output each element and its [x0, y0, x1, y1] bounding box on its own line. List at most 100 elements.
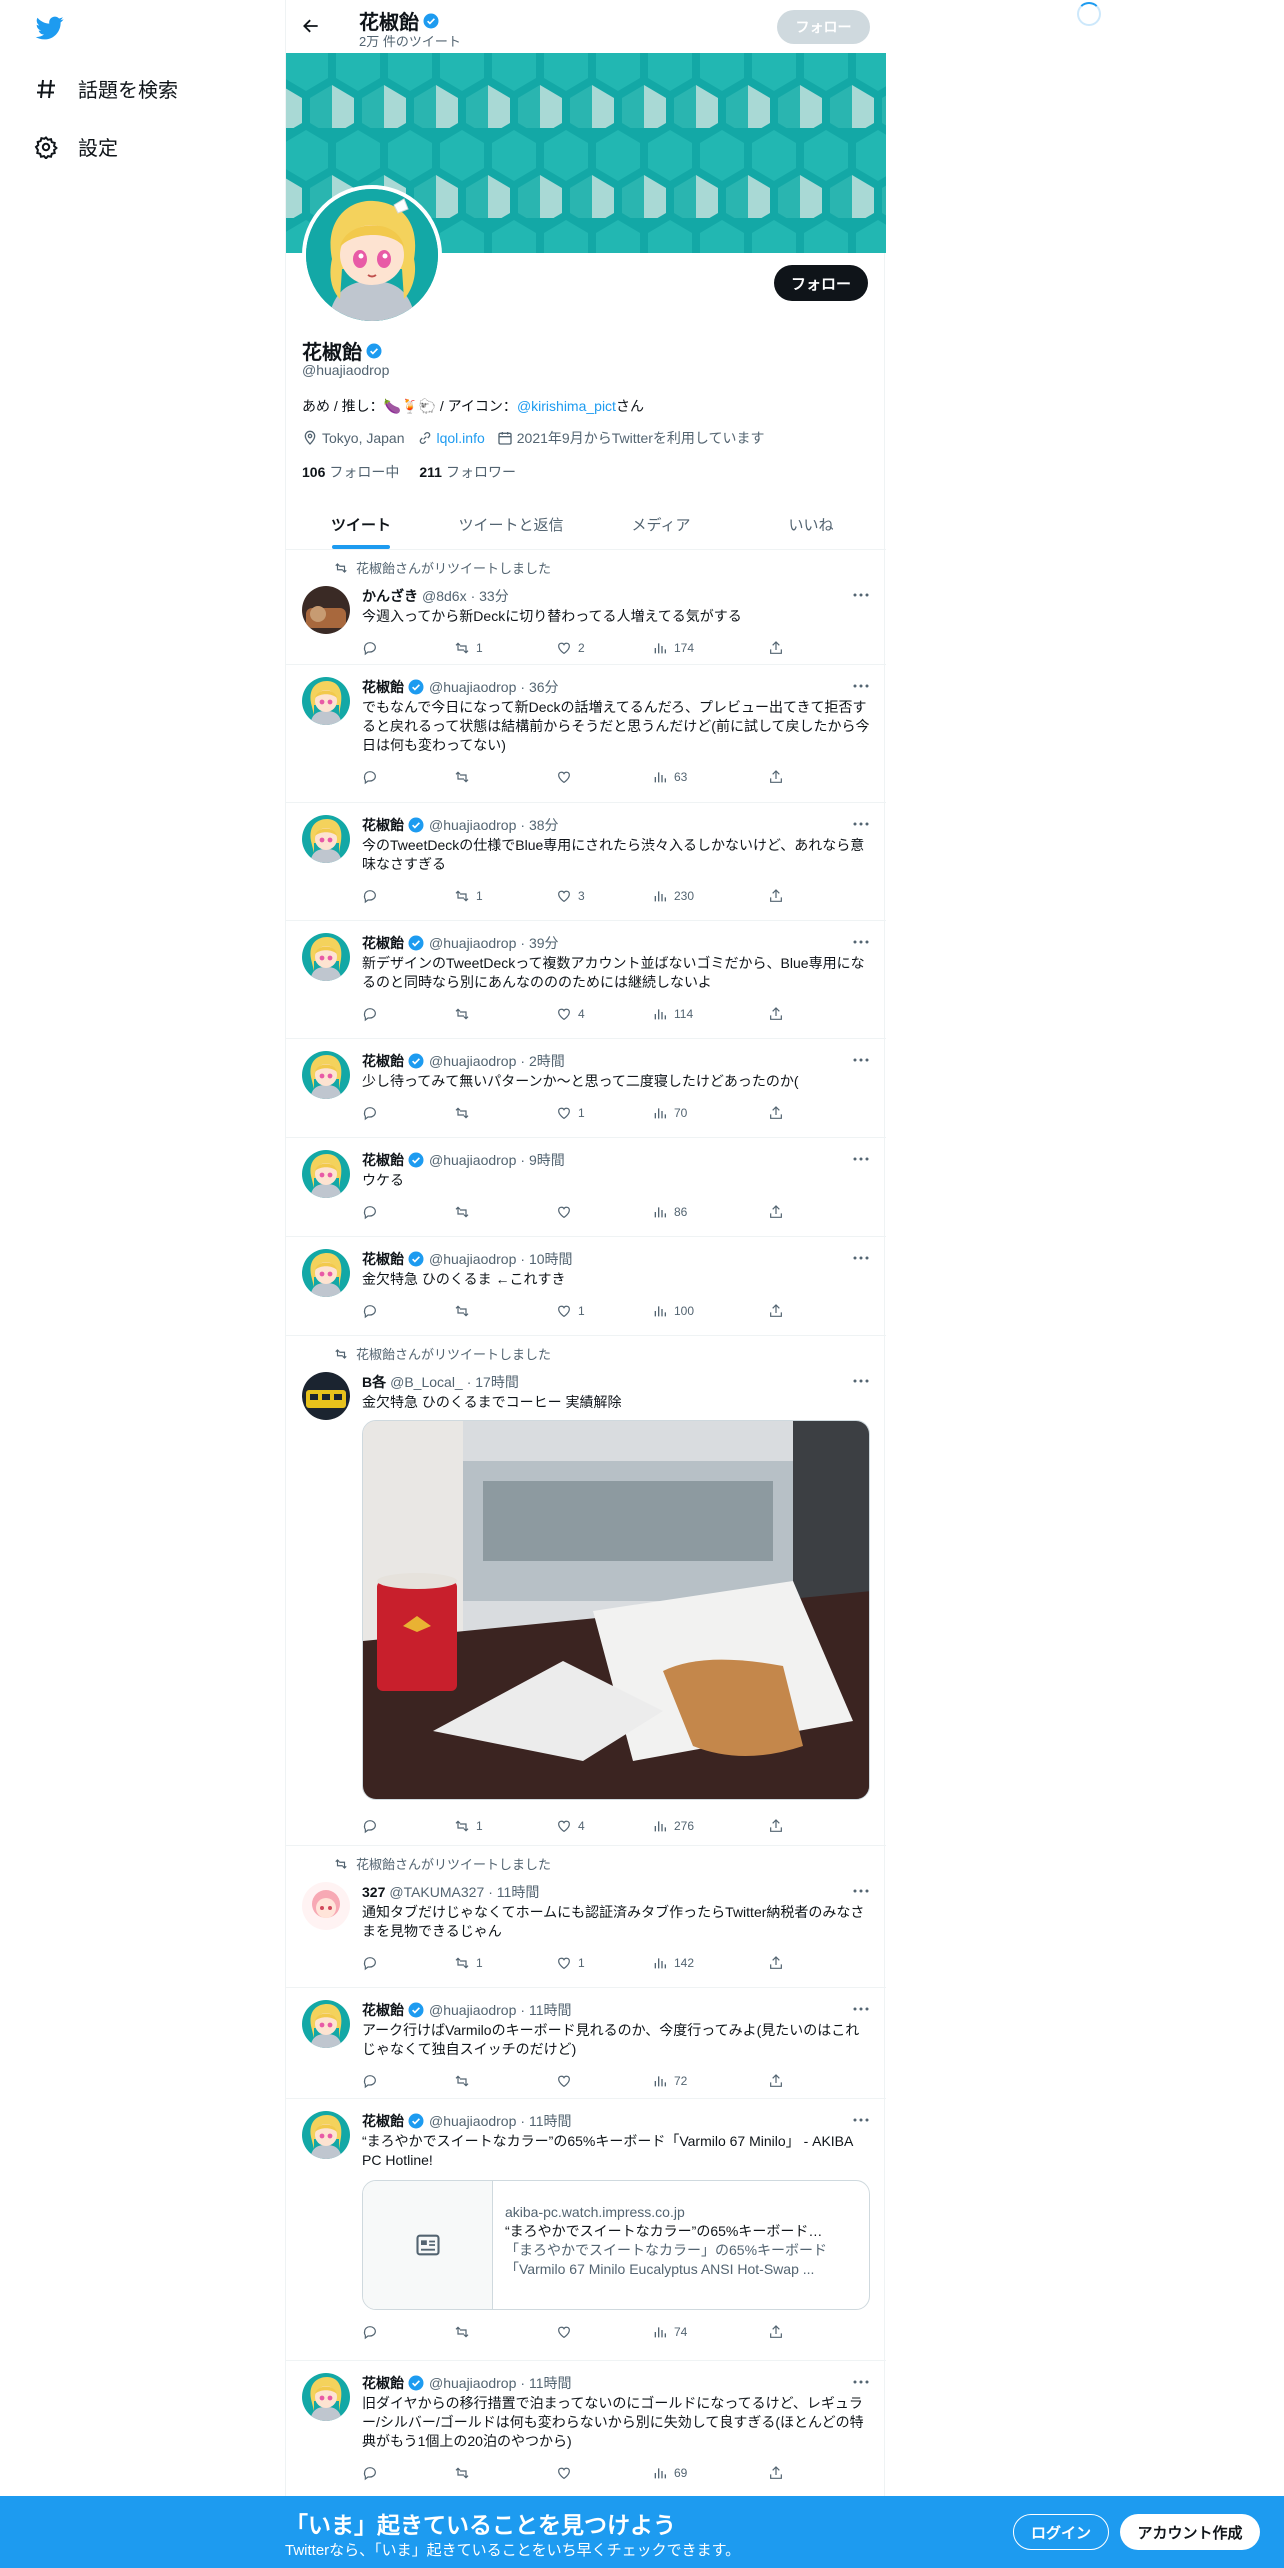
- more-options-icon[interactable]: [852, 1882, 870, 1900]
- tweet[interactable]: 花椒飴 @huajiaodrop · 9時間 ウケる 86: [286, 1138, 886, 1237]
- share-button[interactable]: [768, 1105, 784, 1121]
- share-button[interactable]: [768, 2324, 784, 2340]
- views-button[interactable]: 69: [652, 2465, 687, 2481]
- tweet-avatar[interactable]: [302, 586, 350, 634]
- share-button[interactable]: [768, 888, 784, 904]
- tweet-author-name[interactable]: 花椒飴: [362, 1051, 404, 1071]
- reply-button[interactable]: [362, 1204, 378, 1220]
- views-button[interactable]: 230: [652, 888, 694, 904]
- views-button[interactable]: 174: [652, 640, 694, 656]
- tweet-author-handle[interactable]: @huajiaodrop: [429, 935, 516, 951]
- more-options-icon[interactable]: [852, 2111, 870, 2129]
- back-arrow-icon[interactable]: [301, 16, 321, 36]
- tweet-author-handle[interactable]: @huajiaodrop: [429, 2375, 516, 2391]
- retweet-button[interactable]: 1: [454, 1818, 483, 1834]
- follow-button[interactable]: フォロー: [774, 265, 868, 301]
- tweet-time[interactable]: · 33分: [471, 586, 509, 606]
- twitter-logo-icon[interactable]: [34, 14, 66, 42]
- more-options-icon[interactable]: [852, 1372, 870, 1390]
- like-button[interactable]: 2: [556, 640, 585, 656]
- views-button[interactable]: 142: [652, 1955, 694, 1971]
- like-button[interactable]: 4: [556, 1818, 585, 1834]
- tab-media[interactable]: メディア: [586, 500, 736, 549]
- share-button[interactable]: [768, 1303, 784, 1319]
- tweet-author-name[interactable]: 花椒飴: [362, 2373, 404, 2393]
- share-button[interactable]: [768, 640, 784, 656]
- reply-button[interactable]: [362, 769, 378, 785]
- tweet-time[interactable]: · 39分: [520, 933, 558, 953]
- like-button[interactable]: 3: [556, 888, 585, 904]
- share-button[interactable]: [768, 2073, 784, 2089]
- tweet-time[interactable]: · 11時間: [520, 2373, 571, 2393]
- bio-mention-link[interactable]: @kirishima_pict: [517, 398, 616, 414]
- tweet-avatar[interactable]: [302, 1051, 350, 1099]
- views-button[interactable]: 100: [652, 1303, 694, 1319]
- followers-stat[interactable]: 211 フォロワー: [419, 462, 516, 482]
- more-options-icon[interactable]: [852, 1051, 870, 1069]
- tweet-author-handle[interactable]: @huajiaodrop: [429, 817, 516, 833]
- tweet-author-handle[interactable]: @huajiaodrop: [429, 2002, 516, 2018]
- tweet-avatar[interactable]: [302, 1150, 350, 1198]
- like-button[interactable]: [556, 1204, 578, 1220]
- profile-avatar[interactable]: [302, 185, 442, 325]
- tweet-time[interactable]: · 11時間: [520, 2111, 571, 2131]
- tweet-avatar[interactable]: [302, 815, 350, 863]
- tweet-avatar[interactable]: [302, 2373, 350, 2421]
- tweet[interactable]: 花椒飴 @huajiaodrop · 39分 新デザインのTweetDeckって複数ア…: [286, 921, 886, 1039]
- share-button[interactable]: [768, 1006, 784, 1022]
- share-button[interactable]: [768, 769, 784, 785]
- tweet-author-handle[interactable]: @huajiaodrop: [429, 1053, 516, 1069]
- like-button[interactable]: [556, 2324, 578, 2340]
- reply-button[interactable]: [362, 1006, 378, 1022]
- tweet-avatar[interactable]: [302, 2000, 350, 2048]
- reply-button[interactable]: [362, 640, 378, 656]
- views-button[interactable]: 63: [652, 769, 687, 785]
- like-button[interactable]: 1: [556, 1955, 585, 1971]
- share-button[interactable]: [768, 2465, 784, 2481]
- like-button[interactable]: 1: [556, 1105, 585, 1121]
- tweet[interactable]: 花椒飴さんがリツイートしました 327 @TAKUMA327 · 11時間 通知タブだけ…: [286, 1846, 886, 1988]
- views-button[interactable]: 86: [652, 1204, 687, 1220]
- tweet-author-name[interactable]: 花椒飴: [362, 933, 404, 953]
- tweet-author-name[interactable]: 花椒飴: [362, 2000, 404, 2020]
- tweet-author-name[interactable]: 花椒飴: [362, 2111, 404, 2131]
- more-options-icon[interactable]: [852, 2000, 870, 2018]
- tweet-time[interactable]: · 36分: [520, 677, 558, 697]
- tweet-time[interactable]: · 11時間: [520, 2000, 571, 2020]
- tweet-author-name[interactable]: かんざき: [362, 586, 418, 606]
- tweet-time[interactable]: · 38分: [520, 815, 558, 835]
- share-button[interactable]: [768, 1204, 784, 1220]
- tweet-author-name[interactable]: B各: [362, 1372, 386, 1392]
- signup-button[interactable]: アカウント作成: [1120, 2514, 1260, 2550]
- retweet-button[interactable]: [454, 2073, 476, 2089]
- reply-button[interactable]: [362, 1955, 378, 1971]
- tweet-avatar[interactable]: [302, 1249, 350, 1297]
- tweet-author-handle[interactable]: @B_Local_: [390, 1374, 463, 1390]
- header-follow-button[interactable]: フォロー: [777, 10, 870, 44]
- like-button[interactable]: [556, 2465, 578, 2481]
- website-link[interactable]: lqol.info: [437, 430, 485, 446]
- retweet-button[interactable]: [454, 1006, 476, 1022]
- tweet-avatar[interactable]: [302, 677, 350, 725]
- tab-tweets-and-replies[interactable]: ツイートと返信: [436, 500, 586, 549]
- retweet-button[interactable]: [454, 2324, 476, 2340]
- retweet-button[interactable]: 1: [454, 1955, 483, 1971]
- tweet-author-handle[interactable]: @huajiaodrop: [429, 1152, 516, 1168]
- more-options-icon[interactable]: [852, 2373, 870, 2391]
- retweet-button[interactable]: [454, 1204, 476, 1220]
- more-options-icon[interactable]: [852, 815, 870, 833]
- reply-button[interactable]: [362, 1105, 378, 1121]
- retweet-button[interactable]: [454, 2465, 476, 2481]
- like-button[interactable]: [556, 2073, 578, 2089]
- views-button[interactable]: 74: [652, 2324, 687, 2340]
- nav-explore[interactable]: 話題を検索: [34, 74, 178, 103]
- retweet-button[interactable]: [454, 1303, 476, 1319]
- like-button[interactable]: 4: [556, 1006, 585, 1022]
- reply-button[interactable]: [362, 888, 378, 904]
- tweet-avatar[interactable]: [302, 933, 350, 981]
- more-options-icon[interactable]: [852, 1150, 870, 1168]
- tab-tweets[interactable]: ツイート: [286, 500, 436, 549]
- tweet[interactable]: 花椒飴さんがリツイートしました かんざき @8d6x · 33分 今週入ってから新Dec…: [286, 550, 886, 665]
- tweet-author-name[interactable]: 花椒飴: [362, 815, 404, 835]
- retweet-button[interactable]: [454, 769, 476, 785]
